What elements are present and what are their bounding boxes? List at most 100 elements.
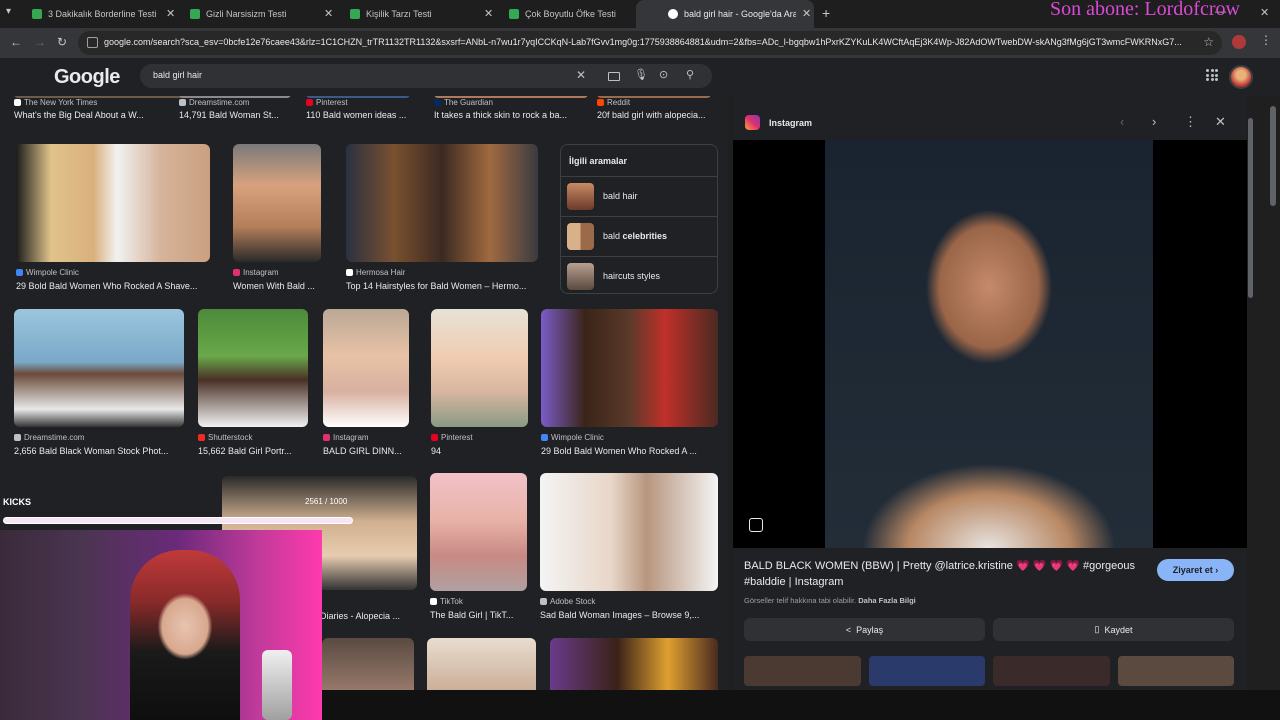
search-icon[interactable]: ⚲	[686, 68, 694, 81]
keyboard-icon[interactable]	[608, 72, 620, 81]
result-image[interactable]	[322, 638, 414, 696]
related-image[interactable]	[744, 656, 861, 686]
result-image[interactable]	[323, 309, 409, 427]
browser-menu-icon[interactable]: ⋮	[1260, 33, 1272, 47]
visit-button[interactable]: Ziyaret et ›	[1157, 559, 1234, 581]
copyright-notice: Görseller telif hakkına tabi olabilir. D…	[744, 596, 916, 605]
result-source[interactable]: Adobe Stock	[540, 597, 595, 606]
microphone-icon[interactable]: 🎙	[634, 68, 648, 81]
result-caption[interactable]: 20f bald girl with alopecia...	[597, 110, 717, 120]
related-image[interactable]	[993, 656, 1110, 686]
more-options-icon[interactable]: ⋮	[1184, 114, 1197, 130]
result-source[interactable]: Pinterest	[306, 98, 348, 107]
result-image[interactable]	[430, 473, 527, 591]
result-caption[interactable]: Top 14 Hairstyles for Bald Women – Hermo…	[346, 281, 542, 291]
result-source[interactable]: Hermosa Hair	[346, 268, 405, 277]
tab-title: Kişilik Tarzı Testi	[366, 9, 432, 19]
result-image[interactable]	[233, 144, 321, 262]
result-caption[interactable]: What's the Big Deal About a W...	[14, 110, 164, 120]
result-caption[interactable]: Women With Bald ...	[233, 281, 325, 291]
result-caption[interactable]: 15,662 Bald Girl Portr...	[198, 446, 310, 456]
address-bar[interactable]: google.com/search?sca_esv=0bcfe12e76caee…	[78, 31, 1222, 55]
google-header: Google ✕ 🎙 ⊙ ⚲	[0, 58, 1280, 96]
result-caption[interactable]: 29 Bold Bald Women Who Rocked A Shave...	[16, 281, 212, 291]
result-caption[interactable]: Sad Bald Woman Images – Browse 9,...	[540, 610, 718, 620]
result-caption[interactable]: 2,656 Bald Black Woman Stock Phot...	[14, 446, 184, 456]
source-favicon-icon	[597, 99, 604, 106]
window-close-icon[interactable]: ✕	[1260, 6, 1269, 19]
preview-image[interactable]	[733, 140, 1247, 548]
related-item-bald-hair[interactable]: bald hair	[561, 176, 717, 216]
close-preview-icon[interactable]: ✕	[1215, 114, 1226, 130]
lens-search-icon[interactable]	[749, 518, 763, 532]
result-source[interactable]: The New York Times	[14, 98, 97, 107]
result-source[interactable]: Wimpole Clinic	[541, 433, 604, 442]
result-source[interactable]: Instagram	[323, 433, 369, 442]
result-image[interactable]	[427, 638, 536, 696]
result-source[interactable]: Wimpole Clinic	[16, 268, 79, 277]
forward-icon[interactable]: →	[34, 35, 46, 49]
result-caption[interactable]: 110 Bald women ideas ...	[306, 110, 422, 120]
source-favicon-icon	[430, 598, 437, 605]
google-apps-icon[interactable]	[1206, 69, 1218, 81]
bookmark-star-icon[interactable]: ☆	[1203, 35, 1214, 49]
account-avatar[interactable]	[1229, 65, 1253, 89]
result-image[interactable]	[550, 638, 718, 696]
google-lens-icon[interactable]: ⊙	[659, 68, 668, 81]
source-favicon-icon	[198, 434, 205, 441]
next-image-icon[interactable]: ›	[1152, 114, 1156, 129]
google-logo[interactable]: Google	[54, 66, 120, 89]
related-image[interactable]	[868, 656, 985, 686]
back-icon[interactable]: ←	[10, 35, 22, 49]
result-image[interactable]	[16, 144, 210, 262]
preview-title[interactable]: BALD BLACK WOMEN (BBW) | Pretty @latrice…	[744, 558, 1144, 590]
reload-icon[interactable]: ↻	[57, 35, 67, 49]
preview-scrollbar[interactable]	[1248, 118, 1253, 298]
result-image[interactable]	[14, 309, 184, 427]
tab-kisilik[interactable]: Kişilik Tarzı Testi ✕	[318, 0, 496, 28]
page-scrollbar[interactable]	[1270, 96, 1276, 686]
result-caption[interactable]: 29 Bold Bald Women Who Rocked A ...	[541, 446, 717, 456]
instagram-icon	[745, 115, 760, 130]
tab-google-search[interactable]: bald girl hair - Google'da Ara ✕	[636, 0, 814, 28]
search-input[interactable]	[153, 70, 553, 80]
result-source[interactable]: Reddit	[597, 98, 630, 107]
result-image[interactable]	[431, 309, 528, 427]
result-caption[interactable]: 94	[431, 446, 521, 456]
url-text[interactable]: google.com/search?sca_esv=0bcfe12e76caee…	[104, 37, 1194, 47]
clear-search-icon[interactable]: ✕	[576, 68, 586, 82]
profile-icon[interactable]	[1232, 35, 1246, 49]
related-item-bald-celebrities[interactable]: bald celebrities	[561, 216, 717, 256]
related-item-haircuts-styles[interactable]: haircuts styles	[561, 256, 717, 296]
previous-image-icon[interactable]: ‹	[1120, 114, 1124, 129]
result-image[interactable]	[346, 144, 538, 262]
result-source[interactable]: Shutterstock	[198, 433, 252, 442]
related-image[interactable]	[1117, 656, 1234, 686]
result-caption[interactable]: The Bald Girl | TikT...	[430, 610, 528, 620]
scrollbar-thumb[interactable]	[1270, 106, 1276, 206]
share-button[interactable]: < Paylaş	[744, 618, 985, 641]
result-caption[interactable]: It takes a thick skin to rock a ba...	[434, 110, 582, 120]
result-image[interactable]	[198, 309, 308, 427]
result-source[interactable]: Dreamstime.com	[14, 433, 84, 442]
result-caption[interactable]: 14,791 Bald Woman St...	[179, 110, 294, 120]
search-box[interactable]: ✕ 🎙 ⊙ ⚲	[140, 64, 712, 88]
preview-source-name[interactable]: Instagram	[769, 118, 812, 128]
result-source[interactable]: Pinterest	[431, 433, 473, 442]
result-source[interactable]: TikTok	[430, 597, 463, 606]
more-info-link[interactable]: Daha Fazla Bilgi	[858, 596, 916, 605]
close-tab-icon[interactable]: ✕	[802, 7, 811, 20]
result-caption[interactable]: BALD GIRL DINN...	[323, 446, 411, 456]
result-caption[interactable]: Diaries - Alopecia ...	[320, 611, 420, 621]
result-source[interactable]: Instagram	[233, 268, 279, 277]
tab-ofke[interactable]: Çok Boyutlu Öfke Testi ✕	[477, 0, 655, 28]
result-image[interactable]	[540, 473, 718, 591]
result-image[interactable]	[541, 309, 718, 427]
save-button[interactable]: ▯ Kaydet	[993, 618, 1234, 641]
tab-narsisizm[interactable]: Gizli Narsisizm Testi ✕	[158, 0, 336, 28]
result-source[interactable]: Dreamstime.com	[179, 98, 249, 107]
result-source[interactable]: The Guardian	[434, 98, 493, 107]
new-tab-button[interactable]: +	[822, 5, 830, 21]
site-info-icon[interactable]	[87, 37, 98, 48]
tab-borderline[interactable]: 3 Dakikalık Borderline Testi ✕	[0, 0, 178, 28]
